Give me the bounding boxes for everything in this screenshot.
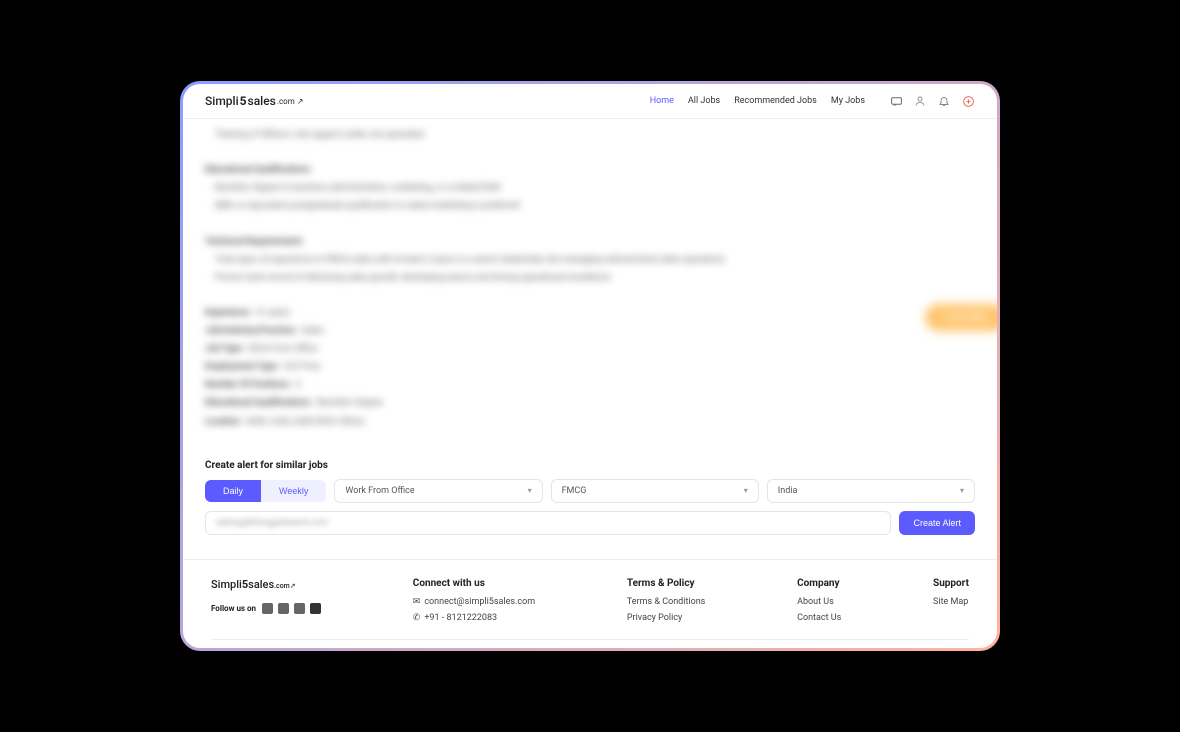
- chat-icon[interactable]: [889, 94, 903, 108]
- follow-us: Follow us on: [211, 603, 321, 614]
- mail-icon: ✉: [413, 597, 421, 607]
- detail-row: Experience : 3+ years: [205, 305, 975, 322]
- toggle-daily[interactable]: Daily: [205, 480, 261, 502]
- dropdown-location[interactable]: India ▾: [767, 479, 975, 503]
- dropdown-value: India: [778, 486, 798, 496]
- dropdown-value: Work From Office: [345, 486, 414, 496]
- email-value: salesg@thesgglobaard.com: [216, 518, 328, 528]
- blur-line: MBA or equivalent postgraduate qualifica…: [205, 198, 975, 215]
- footer-link-about[interactable]: About Us: [797, 597, 841, 607]
- app-window: Simpli5sales.com↗ Home All Jobs Recommen…: [183, 84, 997, 648]
- brand-part1: Simpli: [205, 94, 239, 108]
- detail-value: Work From Office: [248, 344, 317, 354]
- nav-recommended[interactable]: Recommended Jobs: [734, 96, 817, 106]
- footer-link-terms[interactable]: Terms & Conditions: [627, 597, 705, 607]
- footer-phone[interactable]: ✆ +91 - 8121222083: [413, 613, 535, 623]
- detail-label: Experience: [205, 308, 250, 318]
- detail-row: Location : Delhi, India, Delhi-NCR, Othe…: [205, 414, 975, 431]
- footer-link-sitemap[interactable]: Site Map: [933, 597, 969, 607]
- detail-label: Number Of Positions: [205, 380, 289, 390]
- footer-heading: Support: [933, 578, 969, 589]
- dropdown-worktype[interactable]: Work From Office ▾: [334, 479, 542, 503]
- alert-section: Create alert for similar jobs Daily Week…: [183, 452, 997, 553]
- footer-support-col: Support Site Map: [933, 578, 969, 629]
- content-area: Training of Officers Job support under o…: [183, 119, 997, 452]
- bell-icon[interactable]: [937, 94, 951, 108]
- frequency-toggle: Daily Weekly: [205, 480, 326, 502]
- nav-home[interactable]: Home: [650, 96, 674, 106]
- blur-line: Proven track record of delivering sales …: [205, 270, 975, 287]
- footer-heading: Connect with us: [413, 578, 535, 589]
- browser-frame: Simpli5sales.com↗ Home All Jobs Recommen…: [180, 81, 1000, 651]
- detail-value: Full Time: [284, 362, 321, 372]
- blur-line: Total span of experience in FMCG sales w…: [205, 252, 975, 269]
- detail-value: 3+ years: [256, 308, 290, 318]
- chevron-down-icon: ▾: [960, 486, 964, 495]
- email-input[interactable]: salesg@thesgglobaard.com: [205, 511, 891, 535]
- header: Simpli5sales.com↗ Home All Jobs Recommen…: [183, 84, 997, 119]
- dropdown-industry[interactable]: FMCG ▾: [551, 479, 759, 503]
- nav-myjobs[interactable]: My Jobs: [831, 96, 865, 106]
- footer-email[interactable]: ✉ connect@simpli5sales.com: [413, 597, 535, 607]
- footer-terms-col: Terms & Policy Terms & Conditions Privac…: [627, 578, 705, 629]
- follow-label: Follow us on: [211, 604, 256, 613]
- detail-label: Location: [205, 417, 240, 427]
- create-alert-button[interactable]: Create Alert: [899, 511, 975, 535]
- footer-heading: Terms & Policy: [627, 578, 705, 589]
- brand-sub: .com: [277, 97, 295, 106]
- detail-value: Sales: [302, 326, 324, 336]
- blur-line: Bachelor degree in business administrati…: [205, 180, 975, 197]
- footer-company-col: Company About Us Contact Us: [797, 578, 841, 629]
- nav-icons: [889, 94, 975, 108]
- toggle-weekly[interactable]: Weekly: [261, 480, 326, 502]
- detail-row: Employment Type : Full Time: [205, 359, 975, 376]
- detail-value: Bachelor Degree: [317, 398, 383, 408]
- arrow-icon: ↗: [297, 97, 304, 106]
- detail-row: Educational Qualifications : Bachelor De…: [205, 395, 975, 412]
- detail-row: Number Of Positions : 3: [205, 377, 975, 394]
- alert-title: Create alert for similar jobs: [205, 460, 975, 471]
- blur-heading: Technical Requirements: [205, 237, 303, 247]
- dropdown-value: FMCG: [562, 486, 587, 496]
- brand-five: 5: [240, 94, 247, 108]
- detail-label: Educational Qualifications: [205, 398, 310, 408]
- whatsapp-icon: ✆: [413, 613, 421, 623]
- alert-controls-row: Daily Weekly Work From Office ▾ FMCG ▾ I…: [205, 479, 975, 503]
- alert-email-row: salesg@thesgglobaard.com Create Alert: [205, 511, 975, 535]
- blur-heading: Educational Qualifications: [205, 165, 310, 175]
- linkedin-icon[interactable]: [278, 603, 289, 614]
- footer-brand-col: Simpli5sales.com↗ Follow us on: [211, 578, 321, 629]
- footer-link-contact[interactable]: Contact Us: [797, 613, 841, 623]
- detail-label: Job/Industry/Function: [205, 326, 295, 336]
- detail-value: 3: [296, 380, 301, 390]
- live-chat-button[interactable]: Live Chat: [925, 304, 997, 331]
- detail-row: Job/Industry/Function : Sales: [205, 323, 975, 340]
- brand-part2: sales: [248, 94, 276, 108]
- nav-alljobs[interactable]: All Jobs: [688, 96, 720, 106]
- footer-heading: Company: [797, 578, 841, 589]
- chevron-down-icon: ▾: [744, 486, 748, 495]
- footer-columns: Simpli5sales.com↗ Follow us on Connect w…: [211, 578, 969, 629]
- footer: Simpli5sales.com↗ Follow us on Connect w…: [183, 559, 997, 648]
- user-icon[interactable]: [913, 94, 927, 108]
- footer-connect-col: Connect with us ✉ connect@simpli5sales.c…: [413, 578, 535, 629]
- instagram-icon[interactable]: [262, 603, 273, 614]
- social-icons: [262, 603, 321, 614]
- job-detail-blurred: Training of Officers Job support under o…: [205, 119, 975, 452]
- detail-value: Delhi, India, Delhi-NCR, Others: [247, 417, 366, 427]
- blur-line: Training of Officers Job support under o…: [205, 127, 975, 144]
- chevron-down-icon: ▾: [528, 486, 532, 495]
- add-icon[interactable]: [961, 94, 975, 108]
- brand-logo[interactable]: Simpli5sales.com↗: [205, 94, 303, 108]
- detail-row: Job Type : Work From Office: [205, 341, 975, 358]
- facebook-icon[interactable]: [294, 603, 305, 614]
- copyright: © 2024 | Simpli5sales.com | All rights r…: [211, 639, 969, 648]
- footer-logo[interactable]: Simpli5sales.com↗: [211, 578, 321, 591]
- x-icon[interactable]: [310, 603, 321, 614]
- footer-link-privacy[interactable]: Privacy Policy: [627, 613, 705, 623]
- detail-label: Employment Type: [205, 362, 277, 372]
- nav: Home All Jobs Recommended Jobs My Jobs: [650, 94, 975, 108]
- detail-label: Job Type: [205, 344, 242, 354]
